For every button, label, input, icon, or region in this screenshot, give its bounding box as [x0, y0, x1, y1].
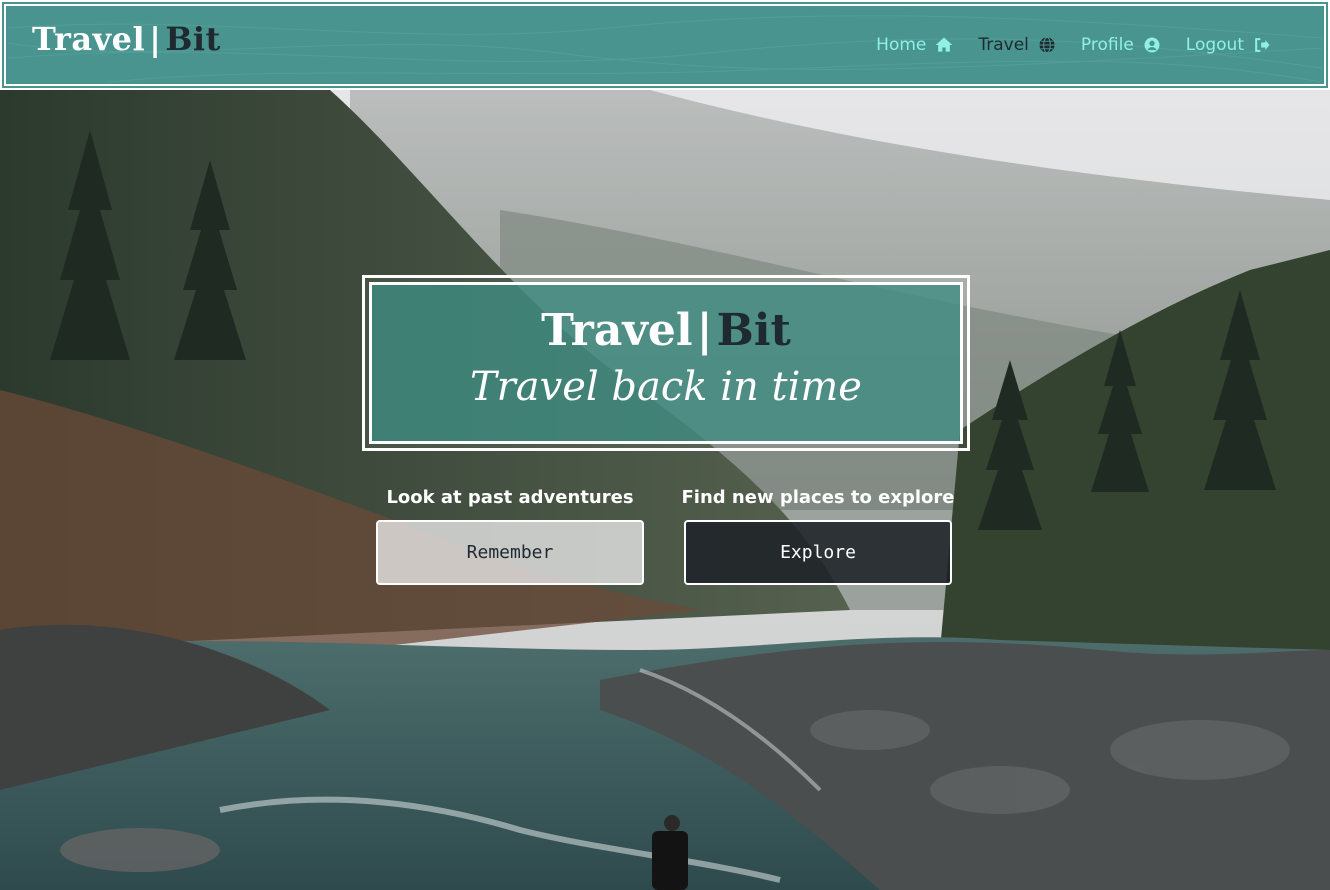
- brand-separator: |: [149, 20, 162, 58]
- nav-link-label: Logout: [1185, 35, 1244, 55]
- user-circle-icon: [1144, 37, 1160, 53]
- hero-brand-bit: Bit: [716, 305, 791, 356]
- nav-link-travel[interactable]: Travel: [978, 35, 1057, 55]
- brand-travel: Travel: [32, 20, 146, 58]
- nav-links: Home Travel Profile Logout: [876, 8, 1272, 82]
- nav-link-label: Profile: [1080, 35, 1134, 55]
- hero-brand: Travel|Bit: [372, 305, 960, 357]
- explore-button[interactable]: Explore: [684, 520, 952, 585]
- hero-title-panel: Travel|Bit Travel back in time: [362, 275, 970, 451]
- cta-explore-group: Find new places to explore Explore: [678, 486, 958, 585]
- cta-explore-caption: Find new places to explore: [681, 487, 955, 508]
- home-icon: [936, 37, 953, 52]
- landscape-background-image: [0, 90, 1330, 890]
- globe-icon: [1039, 36, 1055, 54]
- nav-link-label: Home: [876, 35, 927, 55]
- nav-link-profile[interactable]: Profile: [1081, 35, 1162, 55]
- hero-title-panel-inner: Travel|Bit Travel back in time: [369, 282, 963, 444]
- navbar: Travel | Bit Home Travel Profile Logout: [0, 0, 1330, 90]
- sign-out-icon: [1255, 38, 1270, 52]
- navbar-inner: Travel | Bit Home Travel Profile Logout: [6, 6, 1324, 84]
- hero-tagline: Travel back in time: [470, 364, 862, 410]
- nav-link-home[interactable]: Home: [876, 35, 954, 55]
- brand-logo[interactable]: Travel | Bit: [32, 20, 221, 58]
- nav-link-logout[interactable]: Logout: [1186, 35, 1272, 55]
- brand-bit: Bit: [165, 20, 221, 58]
- hero-brand-travel: Travel: [541, 305, 693, 356]
- hero-section: Travel|Bit Travel back in time Look at p…: [0, 90, 1330, 890]
- navbar-outer-border: Travel | Bit Home Travel Profile Logout: [2, 2, 1328, 88]
- hero-brand-separator: |: [696, 305, 713, 356]
- remember-button[interactable]: Remember: [376, 520, 644, 585]
- cta-remember-caption: Look at past adventures: [386, 487, 634, 508]
- nav-link-label: Travel: [978, 35, 1029, 55]
- cta-remember-group: Look at past adventures Remember: [370, 486, 650, 585]
